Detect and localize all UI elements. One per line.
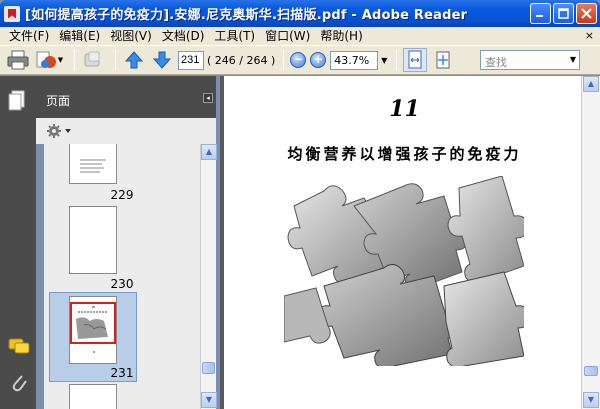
chevron-down-icon: ▼	[57, 56, 64, 64]
menu-window[interactable]: 窗口(W)	[260, 27, 315, 45]
arrow-up-icon	[124, 51, 144, 69]
scroll-up-button[interactable]: ▲	[583, 76, 599, 92]
menu-edit[interactable]: 编辑(E)	[54, 27, 105, 45]
thumbnail-preview	[70, 302, 116, 353]
zoom-dropdown[interactable]: ▼	[378, 51, 390, 70]
toolbar: ▼ ( 246 / 264 ) − + 43.7% ▼ 查	[0, 45, 600, 75]
close-icon	[581, 8, 592, 19]
fit-page-icon	[408, 50, 422, 69]
zoom-value: 43.7%	[334, 53, 370, 67]
window-controls	[530, 3, 597, 24]
puzzle-image	[284, 176, 524, 366]
collaborate-button[interactable]: ▼	[34, 48, 64, 72]
scroll-up-button[interactable]: ▲	[201, 144, 217, 160]
thumbnail-label: 229	[110, 188, 134, 202]
page-thumbnail[interactable]	[69, 144, 117, 184]
annotation-button[interactable]	[81, 48, 105, 72]
chapter-number: 11	[389, 96, 420, 122]
print-button[interactable]	[6, 48, 30, 72]
arrow-down-icon	[152, 51, 172, 69]
page-thumbnails: 229 230 231	[44, 144, 200, 409]
search-placeholder: 查找	[485, 56, 507, 69]
menu-view[interactable]: 视图(V)	[105, 27, 157, 45]
scroll-thumb[interactable]	[584, 366, 598, 376]
page-thumbnail[interactable]	[69, 384, 117, 409]
fit-width-button[interactable]	[403, 48, 428, 72]
printer-icon	[7, 50, 29, 70]
minus-icon: −	[293, 52, 304, 66]
toolbar-separator	[396, 49, 398, 71]
toolbar-separator	[283, 49, 285, 71]
page-thumbnail[interactable]	[69, 296, 117, 364]
window-title: [如何提高孩子的免疫力].安娜.尼克奥斯华.扫描版.pdf - Adobe Re…	[25, 8, 468, 23]
menu-document[interactable]: 文档(D)	[157, 27, 210, 45]
document-view[interactable]: 11 均衡营养以增强孩子的免疫力	[220, 76, 581, 409]
menu-help[interactable]: 帮助(H)	[315, 27, 367, 45]
pages-icon[interactable]	[8, 90, 26, 112]
toolbar-separator	[115, 49, 116, 71]
menu-bar: 文件(F) 编辑(E) 视图(V) 文档(D) 工具(T) 窗口(W) 帮助(H…	[0, 27, 600, 45]
chapter-title: 均衡营养以增强孩子的免疫力	[287, 145, 522, 163]
thumbnail-label: 230	[110, 277, 134, 291]
hand-annotate-icon	[84, 51, 100, 67]
collapse-panel-button[interactable]: ◂	[203, 93, 213, 103]
page-number-input[interactable]	[178, 50, 204, 70]
chevron-down-icon: ▼	[381, 55, 388, 65]
close-button[interactable]	[576, 3, 597, 24]
scroll-down-button[interactable]: ▼	[201, 392, 217, 408]
pages-panel-header: 页面 ◂	[36, 76, 216, 118]
thumbnail-preview	[80, 159, 106, 173]
chevron-down-icon[interactable]: ▼	[570, 55, 576, 64]
navigation-strip	[0, 76, 36, 409]
menu-tools[interactable]: 工具(T)	[209, 27, 260, 45]
previous-page-button[interactable]	[122, 48, 146, 72]
minimize-icon	[536, 15, 543, 17]
scroll-thumb[interactable]	[202, 362, 215, 374]
thumbnail-label: 231	[110, 366, 134, 380]
share-icon	[36, 51, 56, 68]
page-count: ( 246 / 264 )	[207, 53, 276, 67]
thumbnails-scrollbar[interactable]: ▲ ▼	[200, 144, 217, 409]
attachment-icon[interactable]	[10, 372, 28, 394]
zoom-out-button[interactable]: −	[290, 52, 307, 68]
maximize-button[interactable]	[553, 3, 574, 24]
pages-panel-title: 页面	[46, 94, 71, 108]
menu-file[interactable]: 文件(F)	[4, 27, 54, 45]
search-input[interactable]: 查找 ▼	[480, 50, 580, 70]
zoom-level-field[interactable]: 43.7%	[330, 50, 379, 70]
close-document-button[interactable]: ×	[585, 29, 594, 42]
page-thumbnail[interactable]	[69, 206, 117, 274]
scroll-down-button[interactable]: ▼	[583, 392, 599, 408]
next-page-button[interactable]	[150, 48, 174, 72]
zoom-in-button[interactable]: +	[310, 52, 327, 68]
maximize-icon	[558, 8, 569, 19]
toolbar-separator	[74, 49, 75, 71]
adobe-reader-icon	[4, 5, 20, 22]
document-scrollbar[interactable]: ▲ ▼	[581, 76, 600, 409]
title-bar: [如何提高孩子的免疫力].安娜.尼克奥斯华.扫描版.pdf - Adobe Re…	[0, 0, 600, 27]
fit-window-icon	[436, 51, 450, 69]
plus-icon: +	[313, 52, 324, 66]
minimize-button[interactable]	[530, 3, 551, 24]
options-icon[interactable]	[46, 123, 72, 139]
fit-window-button[interactable]	[431, 48, 455, 72]
pages-panel-toolbar	[36, 118, 216, 144]
comments-icon[interactable]	[8, 338, 30, 356]
